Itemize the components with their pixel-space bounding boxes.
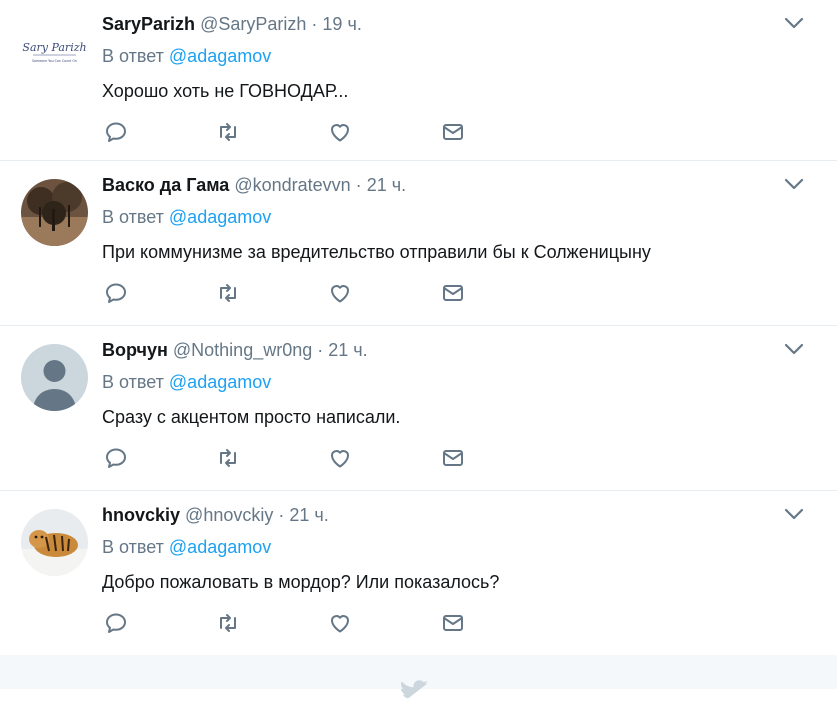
fullname[interactable]: SaryParizh — [102, 14, 195, 34]
tweet-header: Ворчун @Nothing_wr0ng · 21 ч. — [102, 338, 807, 362]
timeline: Sary Parizh Someone You Can Count On Sar… — [0, 0, 837, 656]
message-icon[interactable] — [441, 120, 467, 146]
tweet-content: SaryParizh @SaryParizh · 19 ч. В ответ @… — [102, 12, 807, 103]
separator: · — [355, 175, 362, 195]
tweet-text: Сразу с акцентом просто написали. — [102, 407, 401, 427]
tweet-content: Васко да Гама @kondratevvn · 21 ч. В отв… — [102, 173, 807, 264]
tweet-actions — [104, 611, 504, 637]
chevron-down-icon[interactable] — [784, 177, 804, 191]
like-icon[interactable] — [328, 120, 354, 146]
message-icon[interactable] — [441, 611, 467, 637]
reply-context: В ответ @adagamov — [102, 370, 807, 394]
like-icon[interactable] — [328, 446, 354, 472]
tweet-text: При коммунизме за вредительство отправил… — [102, 242, 651, 262]
tweet-actions — [104, 120, 504, 146]
reply-icon[interactable] — [104, 611, 130, 637]
avatar[interactable] — [21, 509, 88, 576]
avatar[interactable]: Sary Parizh Someone You Can Count On — [21, 18, 88, 85]
sary-parizh-logo: Sary Parizh Someone You Can Count On — [21, 18, 88, 85]
separator: · — [317, 340, 324, 360]
timestamp[interactable]: 21 ч. — [367, 175, 406, 195]
bird-icon — [398, 679, 430, 699]
retweet-icon[interactable] — [216, 281, 242, 307]
reply-mention-link[interactable]: @adagamov — [169, 372, 271, 392]
reply-context: В ответ @adagamov — [102, 205, 807, 229]
like-icon[interactable] — [328, 611, 354, 637]
tweet-header: hnovckiy @hnovckiy · 21 ч. — [102, 503, 807, 527]
timeline-footer — [0, 655, 837, 699]
avatar[interactable] — [21, 179, 88, 246]
message-icon[interactable] — [441, 446, 467, 472]
reply-prefix: В ответ — [102, 46, 164, 66]
timestamp[interactable]: 21 ч. — [328, 340, 367, 360]
retweet-icon[interactable] — [216, 120, 242, 146]
reply-icon[interactable] — [104, 446, 130, 472]
username[interactable]: @Nothing_wr0ng — [173, 340, 312, 360]
default-avatar-icon — [21, 344, 88, 411]
username[interactable]: @SaryParizh — [200, 14, 306, 34]
retweet-icon[interactable] — [216, 611, 242, 637]
reply-context: В ответ @adagamov — [102, 44, 807, 68]
tweet-actions — [104, 281, 504, 307]
chevron-down-icon[interactable] — [784, 16, 804, 30]
reply-mention-link[interactable]: @adagamov — [169, 537, 271, 557]
reply-mention-link[interactable]: @adagamov — [169, 207, 271, 227]
like-icon[interactable] — [328, 281, 354, 307]
avatar-logo-text: Sary Parizh — [22, 41, 86, 54]
fullname[interactable]: Васко да Гама — [102, 175, 229, 195]
tiger-avatar-image — [21, 509, 88, 576]
tweet-text: Добро пожаловать в мордор? Или показалос… — [102, 572, 500, 592]
reply-prefix: В ответ — [102, 537, 164, 557]
reply-mention-link[interactable]: @adagamov — [169, 46, 271, 66]
tweet[interactable]: Васко да Гама @kondratevvn · 21 ч. В отв… — [0, 161, 837, 326]
tweet[interactable]: hnovckiy @hnovckiy · 21 ч. В ответ @adag… — [0, 491, 837, 656]
reply-icon[interactable] — [104, 120, 130, 146]
avatar[interactable] — [21, 344, 88, 411]
timestamp[interactable]: 21 ч. — [289, 505, 328, 525]
avatar-logo-subtitle: Someone You Can Count On — [32, 59, 77, 63]
forest-avatar-image — [21, 179, 88, 246]
fullname[interactable]: hnovckiy — [102, 505, 180, 525]
separator: · — [311, 14, 318, 34]
tweet-content: Ворчун @Nothing_wr0ng · 21 ч. В ответ @a… — [102, 338, 807, 429]
tweet-header: Васко да Гама @kondratevvn · 21 ч. — [102, 173, 807, 197]
tweet-header: SaryParizh @SaryParizh · 19 ч. — [102, 12, 807, 36]
tweet-text: Хорошо хоть не ГОВНОДАР... — [102, 81, 349, 101]
separator: · — [278, 505, 285, 525]
timestamp[interactable]: 19 ч. — [322, 14, 361, 34]
reply-context: В ответ @adagamov — [102, 535, 807, 559]
reply-prefix: В ответ — [102, 207, 164, 227]
chevron-down-icon[interactable] — [784, 342, 804, 356]
username[interactable]: @hnovckiy — [185, 505, 273, 525]
tweet[interactable]: Ворчун @Nothing_wr0ng · 21 ч. В ответ @a… — [0, 326, 837, 491]
message-icon[interactable] — [441, 281, 467, 307]
retweet-icon[interactable] — [216, 446, 242, 472]
reply-icon[interactable] — [104, 281, 130, 307]
tweet-actions — [104, 446, 504, 472]
tweet[interactable]: Sary Parizh Someone You Can Count On Sar… — [0, 0, 837, 161]
tweet-content: hnovckiy @hnovckiy · 21 ч. В ответ @adag… — [102, 503, 807, 594]
username[interactable]: @kondratevvn — [234, 175, 350, 195]
chevron-down-icon[interactable] — [784, 507, 804, 521]
reply-prefix: В ответ — [102, 372, 164, 392]
fullname[interactable]: Ворчун — [102, 340, 168, 360]
